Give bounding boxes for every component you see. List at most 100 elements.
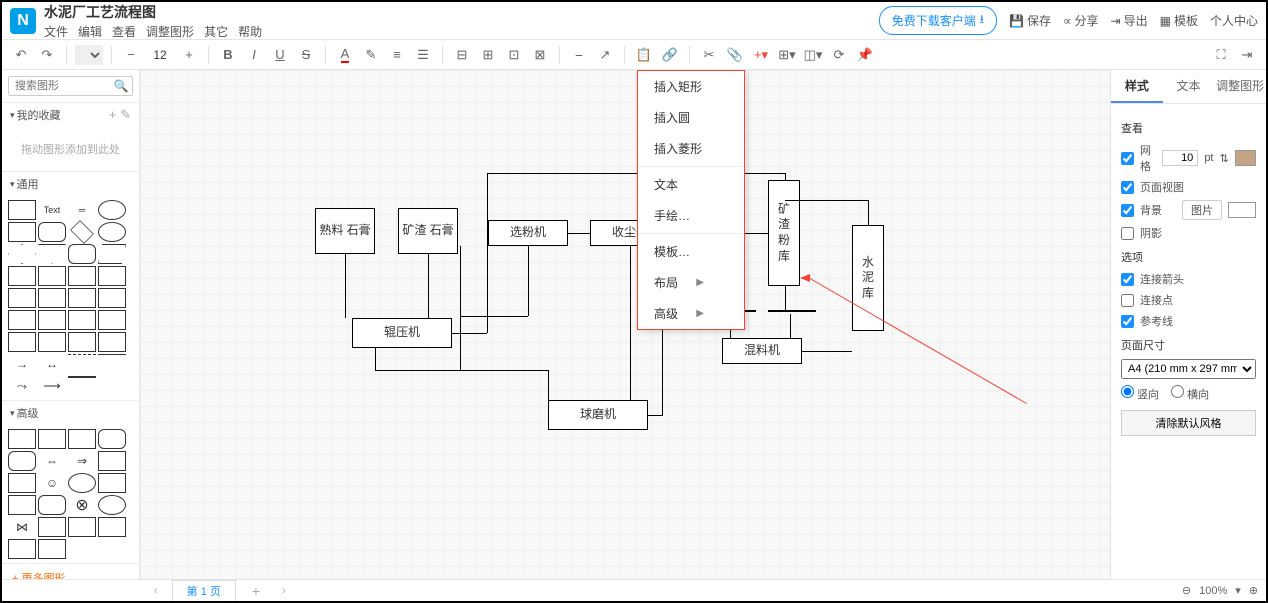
shape-g13[interactable] [8,332,36,352]
node-mixer[interactable]: 混料机 [722,338,802,364]
shape-g5[interactable] [8,288,36,308]
guides-checkbox[interactable] [1121,315,1134,328]
node-ball-mill[interactable]: 球磨机 [548,400,648,430]
portrait-radio-label[interactable]: 竖向 [1121,385,1159,402]
node-slag-silo[interactable]: 矿渣粉库 [768,180,800,286]
shape-triangle[interactable] [38,244,66,264]
menu-adjust[interactable]: 调整图形 [146,23,194,40]
shape-g12[interactable] [98,310,126,330]
shape-rect[interactable] [8,200,36,220]
add-page-button[interactable]: + [244,583,268,599]
zoom-dropdown-icon[interactable]: ▾ [1235,584,1241,597]
undo-button[interactable]: ↶ [10,44,32,66]
grid-color-swatch[interactable] [1235,150,1256,166]
shape-a11[interactable] [38,495,66,515]
bg-color-swatch[interactable] [1228,202,1256,218]
shape-a10[interactable] [8,495,36,515]
shape-x[interactable]: ⊗ [68,495,96,515]
page-tab-1[interactable]: 第 1 页 [172,580,236,601]
shape-rhombus[interactable] [8,244,36,264]
shape-person[interactable]: ☺ [38,473,66,493]
add-favorite-icon[interactable]: + ✎ [109,107,131,123]
shape-a12[interactable] [98,495,126,515]
profile-button[interactable]: 个人中心 [1210,12,1258,29]
collapse-right-button[interactable]: ⇥ [1236,44,1258,66]
attach-button[interactable]: 📎 [724,44,746,66]
shape-a17[interactable] [38,539,66,559]
shape-arrows-bi[interactable]: ⇔ [38,451,66,471]
menu-template[interactable]: 模板… [638,236,744,267]
canvas[interactable]: 熟料 石膏 矿渣 石膏 选粉机 收尘器 矿渣粉库 水泥库 辊压机 混料机 球磨机 [140,70,1110,579]
shape-g1[interactable] [8,266,36,286]
next-page-button[interactable]: › [276,585,292,597]
shape-text[interactable]: Text [38,200,66,220]
zoom-in-button[interactable]: ⊕ [1249,584,1258,597]
pin-button[interactable]: 📌 [854,44,876,66]
add-button[interactable]: +▾ [750,44,772,66]
bold-button[interactable]: B [217,44,239,66]
valign-button[interactable]: ☰ [412,44,434,66]
shape-cylinder[interactable] [68,244,96,264]
shape-g7[interactable] [68,288,96,308]
connector1-button[interactable]: ⎯ [568,44,590,66]
search-icon[interactable]: 🔍 [110,77,132,95]
table-button[interactable]: ⊞▾ [776,44,798,66]
node-classifier[interactable]: 选粉机 [488,220,568,246]
tab-style[interactable]: 样式 [1111,70,1163,103]
shape-a9[interactable] [98,473,126,493]
shape-a7[interactable] [8,473,36,493]
shape-label[interactable]: ═ [68,200,96,220]
ref3-button[interactable]: ⊡ [503,44,525,66]
ref2-button[interactable]: ⊞ [477,44,499,66]
share-button[interactable]: ∝分享 [1063,12,1099,29]
background-checkbox[interactable] [1121,204,1134,217]
shape-a16[interactable] [8,539,36,559]
menu-text[interactable]: 文本 [638,169,744,200]
underline-button[interactable]: U [269,44,291,66]
conn-arrow-checkbox[interactable] [1121,273,1134,286]
node-cement-silo[interactable]: 水泥库 [852,225,884,331]
shape-a13[interactable] [38,517,66,537]
italic-button[interactable]: I [243,44,265,66]
highlight-button[interactable]: ✎ [360,44,382,66]
link-button[interactable]: 🔗 [659,44,681,66]
shape-arrow-right[interactable]: → [8,354,36,374]
shape-g4[interactable] [98,266,126,286]
shape-a1[interactable] [8,429,36,449]
shape-arrows-r[interactable]: ⇒ [68,451,96,471]
node-roller-press[interactable]: 辊压机 [352,318,452,348]
fullscreen-button[interactable]: ⛶ [1210,44,1232,66]
menu-advanced[interactable]: 高级▶ [638,298,744,329]
shape-parallelogram[interactable] [98,244,126,264]
favorites-header[interactable]: ▾ 我的收藏 + ✎ [2,103,139,127]
shape-g15[interactable] [68,332,96,352]
font-size-inc[interactable]: + [178,44,200,66]
shape-g9[interactable] [8,310,36,330]
shape-diamond[interactable] [70,220,94,244]
strike-button[interactable]: S [295,44,317,66]
landscape-radio[interactable] [1171,385,1184,398]
shape-line[interactable] [98,354,126,374]
ref4-button[interactable]: ⊠ [529,44,551,66]
shape-a4[interactable] [98,429,126,449]
connector2-button[interactable]: ↗ [594,44,616,66]
menu-other[interactable]: 其它 [204,23,228,40]
menu-file[interactable]: 文件 [44,23,68,40]
menu-view[interactable]: 查看 [112,23,136,40]
menu-insert-diamond[interactable]: 插入菱形 [638,133,744,164]
shape-a5[interactable] [8,451,36,471]
font-color-button[interactable]: A [334,44,356,66]
shape-bowtie[interactable]: ⋈ [8,517,36,537]
font-family-select[interactable]: Arial [75,45,103,65]
shape-g3[interactable] [68,266,96,286]
shape-g16[interactable] [98,332,126,352]
conn-point-checkbox[interactable] [1121,294,1134,307]
font-size-dec[interactable]: − [120,44,142,66]
landscape-radio-label[interactable]: 横向 [1171,385,1209,402]
shape-g14[interactable] [38,332,66,352]
shape-square[interactable] [8,222,36,242]
grid-size-input[interactable] [1162,150,1198,166]
tab-text[interactable]: 文本 [1163,70,1215,103]
shape-a8[interactable] [68,473,96,493]
shape-thick-line[interactable] [68,376,96,396]
